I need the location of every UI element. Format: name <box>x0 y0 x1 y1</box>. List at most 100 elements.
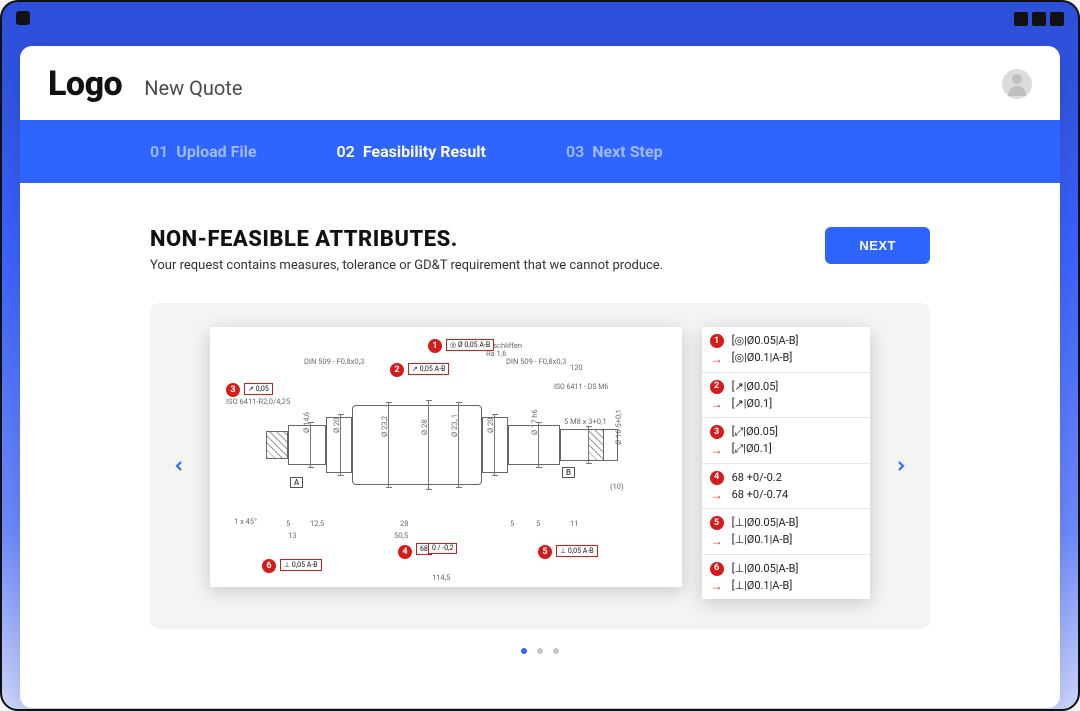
drawing-pin-2[interactable]: 2 <box>390 363 404 377</box>
drawing-pin-1[interactable]: 1 <box>428 339 442 353</box>
legend-row[interactable]: 3 [⤢|Ø0.05] → [⤢|Ø0.1] <box>702 418 870 464</box>
step-label: Feasibility Result <box>363 142 486 161</box>
carousel-prev-button[interactable] <box>162 449 196 483</box>
drawing-redbox-5: ⊥ 0,05 A-B <box>556 545 598 557</box>
drawing-diam: Ø 14,6 <box>302 412 311 433</box>
technical-drawing[interactable]: DIN 509 - F0,8x0,3 DIN 509 - F0,8x0,3 ge… <box>210 327 682 587</box>
drawing-diam: Ø 23,2 <box>380 416 389 437</box>
legend-pin: 4 <box>710 471 724 485</box>
legend-from: [◎|Ø0.05|A-B] <box>732 333 799 350</box>
carousel-next-button[interactable] <box>884 449 918 483</box>
drawing-diam: Ø 16-5+0,1 <box>614 409 623 445</box>
drawing-dim: 11 <box>570 519 578 528</box>
drawing-dim: 5 <box>286 519 290 528</box>
legend-row[interactable]: 5 [⊥|Ø0.05|A-B] → [⊥|Ø0.1|A-B] <box>702 509 870 555</box>
titlebar <box>2 2 1078 36</box>
drawing-note-iso-right: ISO 6411 - DS M6 <box>554 383 608 391</box>
carousel-dot[interactable] <box>537 648 543 654</box>
legend-pin: 6 <box>710 562 724 576</box>
content: NON-FEASIBLE ATTRIBUTES. Your request co… <box>20 183 1060 708</box>
carousel-dots <box>150 639 930 658</box>
legend-to: [↗|Ø0.1] <box>732 396 773 413</box>
drawing-redbox-4b: 0 / -0,2 <box>428 543 457 554</box>
step-label: Next Step <box>592 142 662 161</box>
step-number: 01 <box>150 142 168 161</box>
avatar[interactable] <box>1002 69 1032 99</box>
section-title: NON-FEASIBLE ATTRIBUTES. <box>150 227 663 252</box>
legend-pin: 5 <box>710 516 724 530</box>
arrow-right-icon: → <box>710 577 724 595</box>
arrow-right-icon: → <box>710 486 724 504</box>
legend-row[interactable]: 6 [⊥|Ø0.05|A-B] → [⊥|Ø0.1|A-B] <box>702 555 870 600</box>
legend-row[interactable]: 1[◎|Ø0.05|A-B]→[◎|Ø0.1|A-B] <box>702 327 870 373</box>
drawing-dim: 28 <box>400 519 408 528</box>
drawing-dim-overall: 114,5 <box>432 573 450 582</box>
step-number: 02 <box>337 142 355 161</box>
carousel-dot[interactable] <box>553 648 559 654</box>
arrow-right-icon: → <box>710 350 724 368</box>
drawing-body: Ø 14,6 Ø 20 Ø 23,2 Ø 28 Ø 23,.1 Ø 20 Ø 1… <box>288 405 638 485</box>
drawing-note-iso-left: ISO 6411-R2,0/4,25 <box>226 397 290 406</box>
drawing-dim: 5 <box>510 519 514 528</box>
step-upload-file[interactable]: 01 Upload File <box>150 142 257 161</box>
drawing-dim: 13 <box>288 531 296 540</box>
arrow-right-icon: → <box>710 441 724 459</box>
drawing-pin-3[interactable]: 3 <box>226 383 240 397</box>
content-head: NON-FEASIBLE ATTRIBUTES. Your request co… <box>150 227 930 273</box>
legend-from: [↗|Ø0.05] <box>732 379 779 396</box>
step-label: Upload File <box>176 142 256 161</box>
window-control-icon[interactable] <box>1032 12 1046 26</box>
chevron-right-icon <box>893 458 909 474</box>
drawing-pin-4[interactable]: 4 <box>398 545 412 559</box>
drawing-note-din-right: DIN 509 - F0,8x0,3 <box>506 357 566 366</box>
drawing-dim-120: 120 <box>570 363 583 372</box>
drawing-dim: 5 <box>536 519 540 528</box>
shaft-segment <box>352 405 482 485</box>
browser-window: Logo New Quote 01 Upload File 02 Feasibi… <box>0 0 1080 711</box>
drawing-dim: 50,5 <box>394 531 408 540</box>
legend-row[interactable]: 468 +0/-0.2→68 +0/-0.74 <box>702 464 870 510</box>
titlebar-right <box>1014 12 1064 26</box>
page-title: New Quote <box>144 76 242 100</box>
drawing-dim: 12,5 <box>310 519 324 528</box>
legend-to: [◎|Ø0.1|A-B] <box>732 350 793 367</box>
legend-to: 68 +0/-0.74 <box>732 487 789 504</box>
legend-from: [⊥|Ø0.05|A-B] <box>732 515 799 532</box>
step-number: 03 <box>566 142 584 161</box>
drawing-pin-5[interactable]: 5 <box>538 545 552 559</box>
window-control-icon[interactable] <box>1050 12 1064 26</box>
window-control-icon[interactable] <box>1014 12 1028 26</box>
next-button[interactable]: NEXT <box>825 227 930 264</box>
legend-to: [⊥|Ø0.1|A-B] <box>732 578 793 595</box>
drawing-diam: Ø 20 <box>486 418 495 433</box>
drawing-diam: Ø 17 h6 <box>530 409 539 435</box>
carousel-dot[interactable] <box>521 648 527 654</box>
hatch-icon <box>266 431 288 459</box>
arrow-right-icon: → <box>710 395 724 413</box>
carousel-slide: DIN 509 - F0,8x0,3 DIN 509 - F0,8x0,3 ge… <box>150 303 930 629</box>
logo[interactable]: Logo <box>48 64 122 104</box>
drawing-pin-6[interactable]: 6 <box>262 559 276 573</box>
drawing-redbox-1: ◎ Ø 0,05 A-B <box>446 339 494 351</box>
legend-from: [⤢|Ø0.05] <box>732 424 778 441</box>
legend-row[interactable]: 2[↗|Ø0.05]→[↗|Ø0.1] <box>702 373 870 419</box>
legend-to: [⤢|Ø0.1] <box>732 441 772 458</box>
legend-to: [⊥|Ø0.1|A-B] <box>732 532 793 549</box>
drawing-redbox-6: ⊥ 0,05 A-B <box>280 559 322 571</box>
legend-from: [⊥|Ø0.05|A-B] <box>732 561 799 578</box>
app-header: Logo New Quote <box>20 46 1060 120</box>
drawing-datum-b: B <box>562 467 575 478</box>
drawing-redbox-3: ↗ 0,05 <box>244 383 273 395</box>
step-next-step[interactable]: 03 Next Step <box>566 142 663 161</box>
arrow-right-icon: → <box>710 532 724 550</box>
titlebar-left <box>16 10 30 29</box>
chevron-left-icon <box>171 458 187 474</box>
app-card: Logo New Quote 01 Upload File 02 Feasibi… <box>20 46 1060 708</box>
drawing-diam: Ø 23,.1 <box>450 414 459 437</box>
carousel: DIN 509 - F0,8x0,3 DIN 509 - F0,8x0,3 ge… <box>150 303 930 658</box>
step-feasibility-result[interactable]: 02 Feasibility Result <box>337 142 486 161</box>
section-subtitle: Your request contains measures, toleranc… <box>150 258 663 273</box>
drawing-datum-a: A <box>290 477 303 488</box>
legend-pin: 3 <box>710 425 724 439</box>
stepper: 01 Upload File 02 Feasibility Result 03 … <box>20 120 1060 183</box>
